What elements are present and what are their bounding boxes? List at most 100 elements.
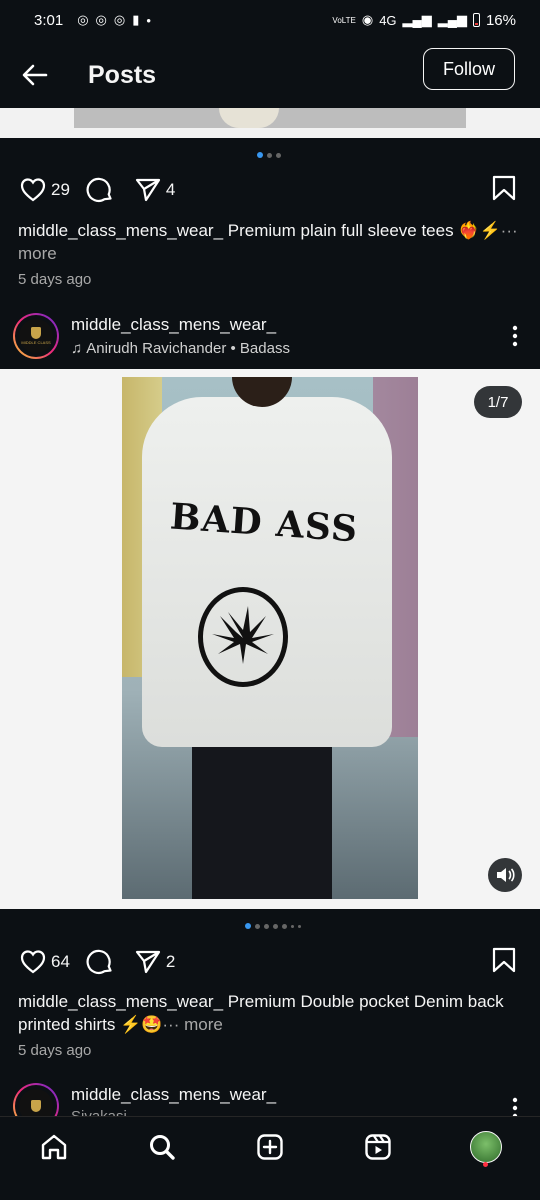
- nav-create[interactable]: [250, 1127, 290, 1167]
- jeans: [192, 737, 332, 899]
- carousel-indicator: [245, 923, 301, 929]
- like-count: 29: [51, 180, 70, 199]
- send-icon: [135, 950, 161, 974]
- post-timestamp: 5 days ago: [18, 1042, 92, 1059]
- more-options-icon[interactable]: [512, 325, 518, 347]
- nav-search[interactable]: [142, 1127, 182, 1167]
- share-count: 2: [165, 952, 176, 971]
- notification-dot: [483, 1162, 488, 1167]
- post-actions: 64 2: [0, 946, 540, 978]
- status-time: 3:01: [34, 11, 64, 29]
- comment-button[interactable]: [86, 176, 114, 204]
- caption-text: Premium plain full sleeve tees ❤️‍🔥⚡: [223, 221, 501, 240]
- music-note-icon: ♫: [71, 340, 83, 357]
- brand-logo: MIDDLE CLASS: [19, 319, 53, 353]
- post-location: Sivakasi: [71, 1108, 127, 1116]
- post-timestamp: 5 days ago: [18, 271, 92, 288]
- audio-toggle-button[interactable]: [488, 858, 522, 892]
- more-link[interactable]: ··· more: [162, 1015, 222, 1034]
- post-username[interactable]: middle_class_mens_wear_: [71, 1085, 276, 1105]
- comment-icon: [86, 177, 112, 202]
- post-caption[interactable]: middle_class_mens_wear_ Premium Double p…: [18, 990, 518, 1036]
- share-button[interactable]: 4: [134, 176, 175, 204]
- leaf-print-icon: [198, 587, 288, 687]
- nav-home[interactable]: [34, 1127, 74, 1167]
- crest-icon: [31, 327, 41, 339]
- heart-icon: [20, 178, 46, 202]
- caption-username[interactable]: middle_class_mens_wear_: [18, 992, 223, 1011]
- signal-icon: ▂▄▆: [437, 12, 467, 27]
- instagram-notification-icon: ◎: [77, 12, 89, 27]
- carousel-dot: [245, 923, 251, 929]
- more-options-icon[interactable]: [512, 1097, 518, 1116]
- send-icon: [135, 178, 161, 202]
- search-icon: [150, 1135, 175, 1160]
- avatar-ring: MIDDLE CLASS: [15, 315, 57, 357]
- avatar-ring: [15, 1085, 57, 1116]
- avatar[interactable]: [13, 1083, 59, 1116]
- post-header: MIDDLE CLASS middle_class_mens_wear_ ♫ A…: [0, 313, 540, 367]
- audio-label: Anirudh Ravichander • Badass: [86, 340, 290, 357]
- carousel-dot: [298, 924, 301, 928]
- like-button[interactable]: 29: [19, 176, 70, 204]
- carousel-dot: [282, 923, 287, 929]
- top-bar: Posts Follow: [0, 44, 540, 106]
- alert-icon: ▮: [132, 12, 140, 27]
- signal-icon: ▂▄▆: [402, 12, 432, 27]
- home-icon: [41, 1134, 67, 1160]
- carousel-indicator: [257, 152, 281, 158]
- more-notifications-icon: •: [146, 12, 151, 28]
- like-count: 64: [51, 952, 70, 971]
- profile-avatar: [470, 1131, 502, 1163]
- post-actions: 29 4: [0, 174, 540, 206]
- carousel-dot: [257, 152, 263, 158]
- leaf-icon: [212, 606, 274, 664]
- carousel-dot: [291, 924, 294, 928]
- heart-icon: [20, 950, 46, 974]
- save-button[interactable]: [491, 946, 517, 979]
- carousel-dot: [264, 923, 269, 929]
- post-caption[interactable]: middle_class_mens_wear_ Premium plain fu…: [18, 219, 518, 265]
- instagram-notification-icon: ◎: [113, 12, 126, 27]
- avatar[interactable]: MIDDLE CLASS: [13, 313, 59, 359]
- back-arrow-icon[interactable]: [20, 60, 50, 90]
- bookmark-icon: [492, 947, 516, 972]
- page-title: Posts: [88, 60, 157, 89]
- caption-username[interactable]: middle_class_mens_wear_: [18, 221, 223, 240]
- share-button[interactable]: 2: [134, 948, 175, 976]
- audio-track[interactable]: ♫ Anirudh Ravichander • Badass: [71, 340, 290, 357]
- crest-icon: [31, 1099, 41, 1112]
- network-type: 4G: [379, 12, 397, 28]
- shirt: [142, 397, 392, 747]
- create-icon: [257, 1134, 283, 1160]
- comment-icon: [86, 949, 112, 974]
- nav-profile[interactable]: [466, 1127, 506, 1167]
- battery-icon: [472, 13, 480, 27]
- volte-icon: VoLTE: [332, 15, 356, 25]
- speaker-icon: [497, 868, 515, 882]
- bookmark-icon: [492, 175, 516, 200]
- hotspot-icon: ◉: [361, 12, 374, 27]
- carousel-dot: [255, 923, 260, 929]
- post-media[interactable]: BAD ASS: [0, 369, 540, 909]
- reels-icon: [365, 1134, 391, 1160]
- nav-reels[interactable]: [358, 1127, 398, 1167]
- instagram-notification-icon: ◎: [95, 12, 107, 27]
- carousel-dot: [273, 923, 278, 929]
- like-button[interactable]: 64: [19, 948, 70, 976]
- carousel-dot: [276, 152, 281, 158]
- post-photo: BAD ASS: [122, 377, 418, 899]
- previous-post-photo[interactable]: [74, 108, 466, 128]
- brand-logo: [19, 1089, 53, 1116]
- battery-level: 16%: [485, 11, 516, 29]
- share-count: 4: [165, 180, 176, 199]
- save-button[interactable]: [491, 174, 517, 207]
- bottom-navigation: [0, 1116, 540, 1200]
- logo-text: MIDDLE CLASS: [21, 340, 51, 345]
- comment-button[interactable]: [86, 948, 114, 976]
- follow-button[interactable]: Follow: [423, 48, 515, 90]
- status-bar: 3:01 ◎ ◎ ◎ ▮ • VoLTE ◉ 4G ▂▄▆ ▂▄▆ 16%: [0, 0, 540, 40]
- carousel-dot: [267, 152, 272, 158]
- image-counter: 1/7: [474, 386, 522, 418]
- post-username[interactable]: middle_class_mens_wear_: [71, 315, 276, 335]
